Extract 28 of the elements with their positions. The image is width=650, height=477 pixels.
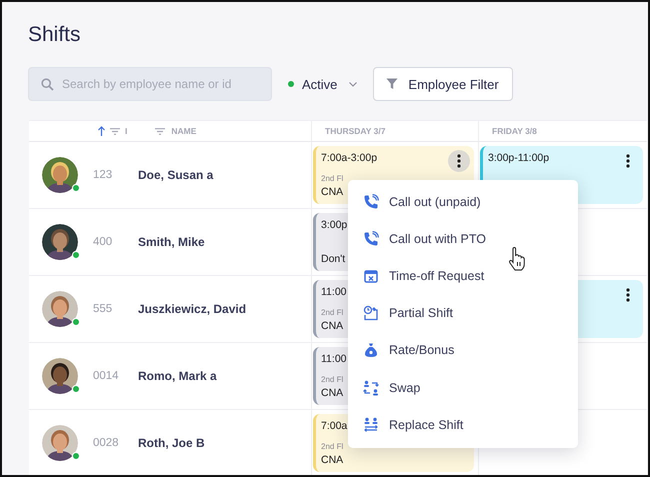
shift-time: 11:00 <box>321 286 346 298</box>
employee-name: Doe, Susan a <box>138 168 214 182</box>
shift-location: 2nd Fl <box>321 174 344 182</box>
shift-location: 2nd Fl <box>321 374 344 384</box>
shift-time: 11:00 <box>321 353 346 365</box>
employee-id: 0014 <box>93 370 120 382</box>
shift-time: 3:00p-11:00p <box>488 152 550 164</box>
shift-role: CNA <box>321 186 344 198</box>
employee-id: 123 <box>93 169 114 181</box>
employee-id: 0028 <box>93 437 120 449</box>
employee-name: Roth, Joe B <box>138 436 205 450</box>
employee-id: 555 <box>93 303 114 315</box>
employee-name: Romo, Mark a <box>138 369 217 383</box>
page-title: Shifts <box>28 23 81 47</box>
shift-time: 7:00a <box>321 420 348 432</box>
employee-name: Juszkiewicz, David <box>138 302 246 316</box>
shift-role: CNA <box>321 454 344 466</box>
employee-name: Smith, Mike <box>138 235 205 249</box>
shift-time: 7:00a-3:00p <box>321 152 378 164</box>
column-header: THURSDAY 3/7 <box>325 126 386 136</box>
shift-role: CNA <box>321 320 344 332</box>
shift-location: 2nd Fl <box>321 442 344 450</box>
employee-id: 400 <box>93 236 114 248</box>
shift-location: 2nd Fl <box>321 308 344 316</box>
shift-role: Don't <box>321 253 346 265</box>
column-header: FRIDAY 3/8 <box>492 126 537 136</box>
shift-time: 3:00p <box>321 219 348 231</box>
shift-role: CNA <box>321 387 344 399</box>
